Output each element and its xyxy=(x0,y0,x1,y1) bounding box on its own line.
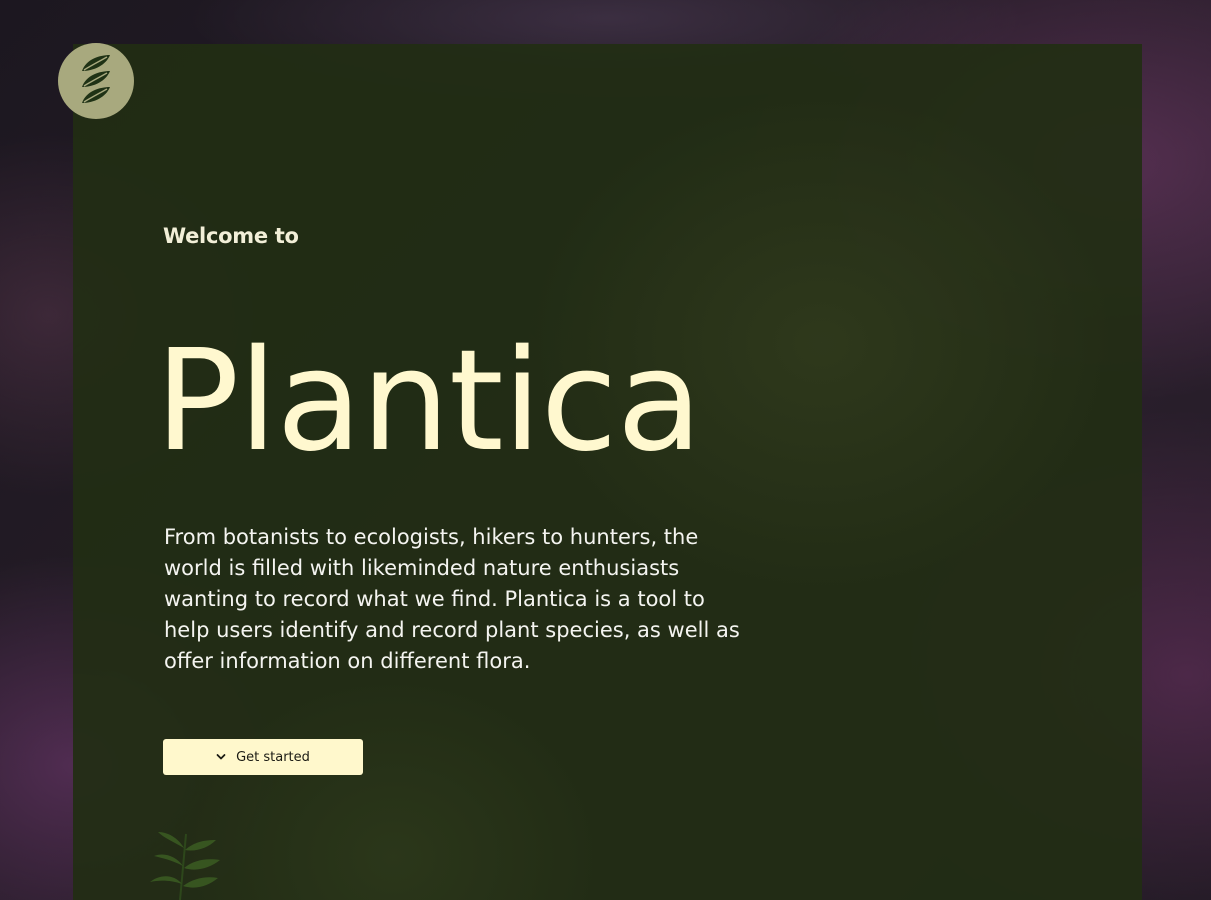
welcome-heading: Welcome to xyxy=(163,224,299,248)
fern-icon xyxy=(140,828,230,900)
get-started-button[interactable]: Get started xyxy=(163,739,363,775)
logo[interactable] xyxy=(58,43,134,119)
intro-text: From botanists to ecologists, hikers to … xyxy=(164,525,740,673)
leaf-icon xyxy=(74,51,118,111)
brand-title: Plantica xyxy=(155,320,702,483)
chevron-down-icon xyxy=(216,752,226,762)
get-started-label: Get started xyxy=(236,749,310,765)
